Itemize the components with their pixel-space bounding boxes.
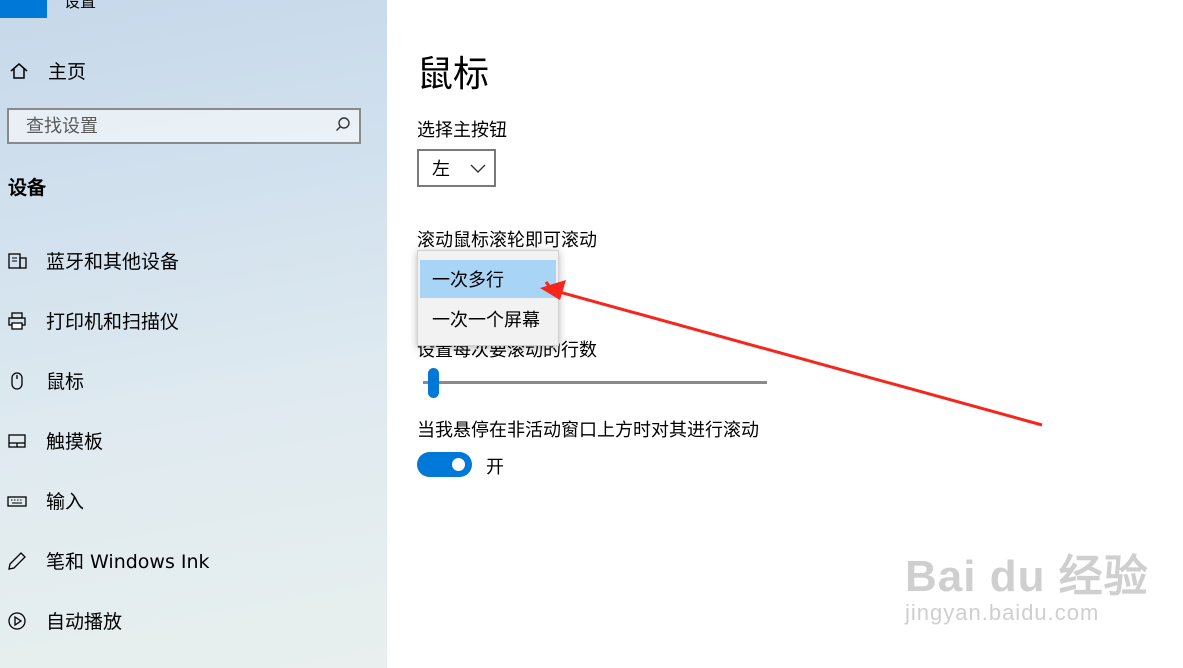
home-icon bbox=[8, 61, 30, 81]
section-title: 设备 bbox=[8, 177, 47, 199]
sidebar-item-touchpad[interactable]: 触摸板 bbox=[6, 427, 103, 454]
sidebar-item-typing[interactable]: 输入 bbox=[6, 487, 84, 514]
primary-button-label: 选择主按钮 bbox=[417, 120, 507, 141]
sidebar-item-printers[interactable]: 打印机和扫描仪 bbox=[6, 307, 179, 334]
sidebar-item-label: 输入 bbox=[46, 491, 85, 513]
search-input[interactable] bbox=[24, 114, 308, 138]
sidebar-item-label: 自动播放 bbox=[46, 611, 123, 633]
sidebar-item-pen[interactable]: 笔和 Windows Ink bbox=[6, 547, 210, 574]
toggle-state-label: 开 bbox=[486, 457, 504, 478]
dropdown-option[interactable]: 一次一个屏幕 bbox=[420, 300, 556, 338]
sidebar-item-home[interactable]: 主页 bbox=[8, 57, 86, 84]
search-icon[interactable] bbox=[335, 116, 351, 136]
watermark-main: Bai du 经验 bbox=[905, 552, 1149, 601]
chevron-down-icon bbox=[470, 158, 486, 179]
sidebar-item-label: 主页 bbox=[48, 61, 87, 83]
pen-icon bbox=[6, 550, 28, 572]
autoplay-icon bbox=[6, 610, 28, 632]
sidebar-item-label: 蓝牙和其他设备 bbox=[46, 251, 180, 273]
toggle-knob bbox=[452, 458, 465, 471]
sidebar-item-autoplay[interactable]: 自动播放 bbox=[6, 607, 122, 634]
dropdown-option-selected[interactable]: 一次多行 bbox=[420, 260, 556, 298]
keyboard-icon bbox=[6, 490, 28, 512]
back-arrow-icon: ‹ bbox=[20, 0, 27, 6]
watermark: Bai du 经验 jingyan.baidu.com bbox=[905, 540, 1149, 626]
inactive-scroll-label: 当我悬停在非活动窗口上方时对其进行滚动 bbox=[417, 420, 759, 441]
sidebar-item-bluetooth[interactable]: 蓝牙和其他设备 bbox=[6, 247, 179, 274]
lines-slider-thumb[interactable] bbox=[428, 368, 440, 398]
primary-button-value: 左 bbox=[432, 159, 450, 180]
touchpad-icon bbox=[6, 430, 28, 452]
sidebar-item-label: 笔和 Windows Ink bbox=[46, 551, 210, 573]
mouse-icon bbox=[6, 370, 28, 392]
back-button[interactable]: ‹ bbox=[0, 0, 47, 18]
sidebar-item-label: 触摸板 bbox=[46, 431, 104, 453]
app-title: 设置 bbox=[64, 0, 97, 11]
sidebar-item-mouse[interactable]: 鼠标 bbox=[6, 367, 84, 394]
printer-icon bbox=[6, 310, 28, 332]
scroll-label: 滚动鼠标滚轮即可滚动 bbox=[417, 230, 597, 251]
inactive-scroll-toggle[interactable] bbox=[417, 452, 472, 477]
primary-button-select[interactable]: 左 bbox=[417, 149, 496, 187]
search-box[interactable] bbox=[7, 108, 361, 144]
sidebar: ‹ 设置 主页 设备 蓝牙和其他设备 打印机和扫描仪 鼠标 触摸 bbox=[0, 0, 387, 668]
bluetooth-devices-icon bbox=[6, 250, 28, 272]
page-title: 鼠标 bbox=[417, 54, 490, 95]
scroll-dropdown-menu: 一次多行 一次一个屏幕 bbox=[417, 250, 559, 346]
sidebar-item-label: 打印机和扫描仪 bbox=[46, 311, 180, 333]
sidebar-item-label: 鼠标 bbox=[46, 371, 85, 393]
lines-slider-track[interactable] bbox=[423, 381, 767, 384]
